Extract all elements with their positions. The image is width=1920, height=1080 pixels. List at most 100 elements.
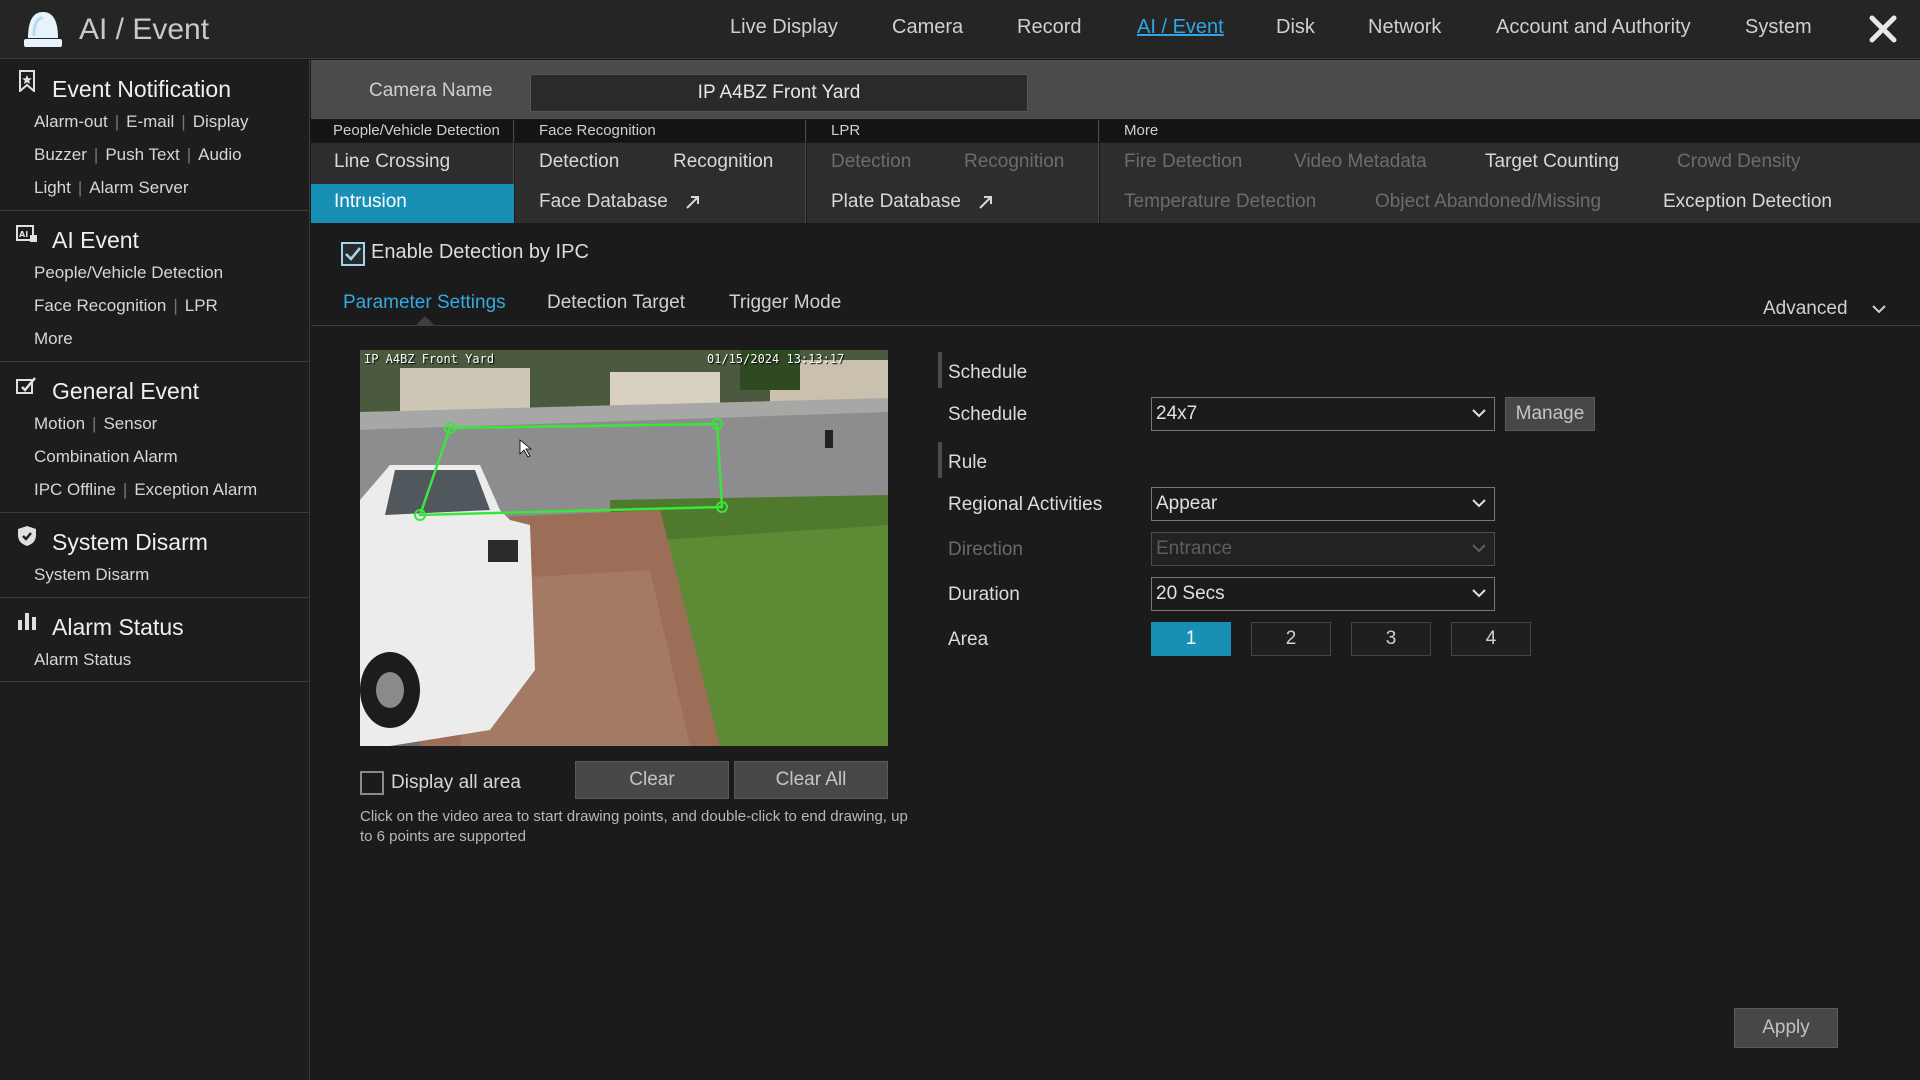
area-button-3[interactable]: 3 bbox=[1351, 622, 1431, 656]
sidebar-item-alarm-status[interactable]: Alarm Status bbox=[34, 650, 131, 669]
sidebar-item-push-text[interactable]: Push Text bbox=[105, 145, 179, 164]
sidebar-row: People/Vehicle Detection bbox=[34, 263, 223, 283]
category-video-metadata[interactable]: Video Metadata bbox=[1294, 151, 1427, 173]
enable-detection-label: Enable Detection by IPC bbox=[371, 241, 589, 263]
category-line-crossing[interactable]: Line Crossing bbox=[334, 151, 450, 173]
regional-activities-label: Regional Activities bbox=[948, 494, 1103, 515]
alarm-light-icon bbox=[24, 12, 62, 47]
nav-account-authority[interactable]: Account and Authority bbox=[1496, 16, 1691, 39]
area-button-4[interactable]: 4 bbox=[1451, 622, 1531, 656]
sidebar-item-email[interactable]: E-mail bbox=[126, 112, 174, 131]
sidebar-group-ai-event: AI AI Event People/Vehicle Detection Fac… bbox=[0, 211, 310, 362]
area-button-1[interactable]: 1 bbox=[1151, 622, 1231, 656]
sidebar-item-alarm-out[interactable]: Alarm-out bbox=[34, 112, 108, 131]
duration-select[interactable]: 20 Secs bbox=[1151, 577, 1495, 611]
sidebar-group-general-event: General Event Motion | Sensor Combination … bbox=[0, 362, 310, 513]
ai-icon: AI bbox=[16, 225, 37, 242]
sidebar-row: Motion | Sensor bbox=[34, 414, 157, 434]
separator: | bbox=[122, 480, 128, 499]
nav-ai-event[interactable]: AI / Event bbox=[1137, 16, 1224, 39]
nav-record[interactable]: Record bbox=[1017, 16, 1081, 39]
tab-trigger-mode[interactable]: Trigger Mode bbox=[729, 292, 841, 314]
category-intrusion[interactable]: Intrusion bbox=[311, 184, 514, 223]
tab-detection-target[interactable]: Detection Target bbox=[547, 292, 685, 314]
camera-name-label: Camera Name bbox=[369, 80, 493, 101]
category-more: Fire Detection Video Metadata Target Cou… bbox=[1100, 143, 1920, 223]
video-preview[interactable]: IP A4BZ Front Yard 01/15/2024 13:13:17 bbox=[360, 350, 888, 746]
tab-parameter-settings[interactable]: Parameter Settings bbox=[343, 292, 506, 314]
sidebar-item-motion[interactable]: Motion bbox=[34, 414, 85, 433]
sidebar-item-sensor[interactable]: Sensor bbox=[103, 414, 157, 433]
active-tab-indicator bbox=[416, 316, 434, 325]
sidebar-heading: Alarm Status bbox=[52, 614, 184, 640]
apply-button[interactable]: Apply bbox=[1734, 1008, 1838, 1048]
section-marker bbox=[938, 352, 942, 388]
sidebar-item-buzzer[interactable]: Buzzer bbox=[34, 145, 87, 164]
sidebar-item-display[interactable]: Display bbox=[193, 112, 249, 131]
sidebar-item-combination-alarm[interactable]: Combination Alarm bbox=[34, 447, 178, 466]
regional-activities-select[interactable]: Appear bbox=[1151, 487, 1495, 521]
category-target-counting[interactable]: Target Counting bbox=[1485, 151, 1619, 173]
nav-live-display[interactable]: Live Display bbox=[730, 16, 838, 39]
nav-network[interactable]: Network bbox=[1368, 16, 1441, 39]
sidebar-heading: AI Event bbox=[52, 227, 139, 253]
display-all-area-checkbox[interactable] bbox=[360, 771, 384, 795]
category-header-people-vehicle: People/Vehicle Detection bbox=[311, 120, 514, 142]
sidebar-row: More bbox=[34, 329, 73, 349]
category-exception-detection[interactable]: Exception Detection bbox=[1663, 191, 1832, 213]
close-icon[interactable] bbox=[1866, 12, 1900, 46]
schedule-select[interactable]: 24x7 bbox=[1151, 397, 1495, 431]
category-fire-detection[interactable]: Fire Detection bbox=[1124, 151, 1242, 173]
category-temperature-detection[interactable]: Temperature Detection bbox=[1124, 191, 1316, 213]
schedule-label: Schedule bbox=[948, 404, 1028, 425]
sidebar-item-more[interactable]: More bbox=[34, 329, 73, 348]
direction-value: Entrance bbox=[1156, 538, 1233, 559]
bar-chart-icon bbox=[18, 613, 36, 630]
manage-button[interactable]: Manage bbox=[1505, 397, 1595, 431]
sidebar-item-audio[interactable]: Audio bbox=[198, 145, 241, 164]
duration-label: Duration bbox=[948, 584, 1020, 605]
category-face-recognition: Detection Recognition Face Database bbox=[515, 143, 806, 223]
sidebar-group-alarm-status: Alarm Status Alarm Status bbox=[0, 598, 310, 682]
category-object-abandoned[interactable]: Object Abandoned/Missing bbox=[1375, 191, 1601, 213]
checkmark-icon bbox=[345, 247, 362, 261]
category-face-recognition-item[interactable]: Recognition bbox=[673, 151, 773, 173]
plate-database-label: Plate Database bbox=[831, 191, 961, 212]
category-plate-database[interactable]: Plate Database bbox=[831, 191, 994, 213]
sidebar-row: System Disarm bbox=[34, 565, 149, 585]
main-panel: Camera Name IP A4BZ Front Yard People/Ve… bbox=[311, 60, 1920, 1080]
camera-name-select[interactable]: IP A4BZ Front Yard bbox=[530, 74, 1028, 112]
sidebar-row: Buzzer | Push Text | Audio bbox=[34, 145, 242, 165]
sidebar-heading: General Event bbox=[52, 378, 200, 404]
sidebar-item-light[interactable]: Light bbox=[34, 178, 71, 197]
sidebar-item-system-disarm[interactable]: System Disarm bbox=[34, 565, 149, 584]
sidebar-item-face-recognition[interactable]: Face Recognition bbox=[34, 296, 166, 315]
sidebar-item-exception-alarm[interactable]: Exception Alarm bbox=[134, 480, 257, 499]
clear-button[interactable]: Clear bbox=[575, 761, 729, 799]
area-button-2[interactable]: 2 bbox=[1251, 622, 1331, 656]
sidebar-row: IPC Offline | Exception Alarm bbox=[34, 480, 257, 500]
category-face-database[interactable]: Face Database bbox=[539, 191, 701, 213]
sidebar-item-ipc-offline[interactable]: IPC Offline bbox=[34, 480, 116, 499]
separator: | bbox=[93, 145, 99, 164]
nav-disk[interactable]: Disk bbox=[1276, 16, 1315, 39]
sidebar-item-alarm-server[interactable]: Alarm Server bbox=[89, 178, 188, 197]
advanced-label: Advanced bbox=[1763, 298, 1848, 319]
nav-system[interactable]: System bbox=[1745, 16, 1812, 39]
category-crowd-density[interactable]: Crowd Density bbox=[1677, 151, 1801, 173]
drawing-hint: Click on the video area to start drawing… bbox=[360, 808, 908, 845]
category-lpr-recognition[interactable]: Recognition bbox=[964, 151, 1064, 173]
category-lpr-detection[interactable]: Detection bbox=[831, 151, 911, 173]
general-event-icon bbox=[16, 377, 36, 394]
enable-detection-checkbox[interactable] bbox=[341, 242, 365, 266]
category-header-face: Face Recognition bbox=[515, 120, 806, 142]
category-face-detection[interactable]: Detection bbox=[539, 151, 619, 173]
schedule-value: 24x7 bbox=[1156, 403, 1198, 424]
sidebar-item-lpr[interactable]: LPR bbox=[185, 296, 218, 315]
sidebar-row: Combination Alarm bbox=[34, 447, 178, 467]
advanced-toggle[interactable]: Advanced bbox=[1763, 298, 1887, 320]
sidebar-item-people-vehicle[interactable]: People/Vehicle Detection bbox=[34, 263, 223, 282]
clear-all-button[interactable]: Clear All bbox=[734, 761, 888, 799]
nav-camera[interactable]: Camera bbox=[892, 16, 963, 39]
schedule-section-title: Schedule bbox=[948, 362, 1028, 383]
